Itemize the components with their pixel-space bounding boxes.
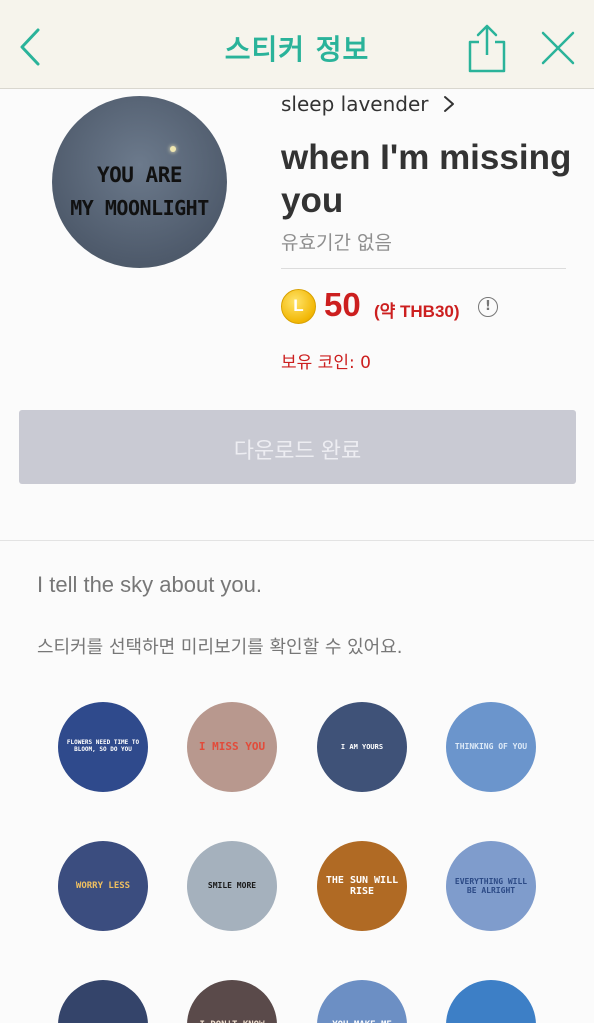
close-icon[interactable] — [538, 28, 578, 68]
sticker-main-image: YOU ARE MY MOONLIGHT — [52, 96, 227, 268]
section-divider — [0, 540, 594, 541]
author-link[interactable]: sleep lavender — [281, 92, 429, 116]
top-bar: 스티커 정보 — [0, 0, 594, 89]
coin-icon: L — [281, 289, 316, 324]
sticker-thumbnail[interactable]: I AM YOURS — [317, 702, 407, 792]
main-image-line1: YOU ARE — [96, 163, 183, 187]
sticker-thumbnail-text: WORRY LESS — [75, 880, 131, 891]
chevron-right-icon[interactable] — [443, 95, 455, 113]
main-image-line2: MY MOONLIGHT — [70, 196, 209, 220]
sticker-thumbnail-text: I AM YOURS — [340, 742, 384, 751]
sticker-thumbnail-text: I MISS YOU — [198, 739, 266, 753]
sticker-thumbnail-text: SMILE MORE — [207, 881, 257, 891]
moon-icon — [170, 146, 176, 152]
sticker-thumbnail[interactable]: THINKING OF YOU — [446, 702, 536, 792]
coin-symbol: L — [293, 296, 304, 315]
info-icon[interactable]: ! — [478, 297, 498, 317]
sticker-thumbnail-text: FLOWERS NEED TIME TO BLOOM, SO DO YOU — [66, 739, 140, 753]
preview-hint: 스티커를 선택하면 미리보기를 확인할 수 있어요. — [37, 637, 403, 658]
download-button-label: 다운로드 완료 — [233, 438, 362, 463]
sticker-thumbnail[interactable]: SMILE MORE — [187, 841, 277, 931]
sticker-thumbnail-text: EVERYTHING WILL BE ALRIGHT — [454, 876, 528, 895]
share-icon[interactable] — [466, 22, 508, 74]
sticker-thumbnail[interactable]: WORRY LESS — [58, 841, 148, 931]
sticker-thumbnail[interactable]: FLOWERS NEED TIME TO BLOOM, SO DO YOU — [58, 702, 148, 792]
sticker-thumbnail[interactable]: THE SUN WILL RISE — [317, 841, 407, 931]
sticker-thumbnail[interactable]: I MISS YOU — [187, 702, 277, 792]
sticker-thumbnail[interactable]: I DON'T KNOW — [187, 980, 277, 1023]
sticker-description: I tell the sky about you. — [37, 572, 263, 597]
download-complete-button[interactable]: 다운로드 완료 — [19, 410, 576, 484]
sticker-title: when I'm missing you — [281, 138, 572, 220]
sticker-thumbnail-text: THE SUN WILL RISE — [325, 874, 399, 898]
sticker-thumbnail[interactable]: YOU MAKE ME — [317, 980, 407, 1023]
price-approx: (약 THB30) — [374, 302, 460, 321]
divider — [281, 268, 566, 269]
sticker-thumbnail[interactable] — [58, 980, 148, 1023]
sticker-thumbnail-text: THINKING OF YOU — [454, 742, 528, 752]
price-value: 50 — [324, 286, 361, 323]
coins-owned: 보유 코인: 0 — [281, 353, 371, 373]
sticker-thumbnail[interactable]: EVERYTHING WILL BE ALRIGHT — [446, 841, 536, 931]
validity-text: 유효기간 없음 — [281, 232, 392, 254]
sticker-thumbnail[interactable] — [446, 980, 536, 1023]
